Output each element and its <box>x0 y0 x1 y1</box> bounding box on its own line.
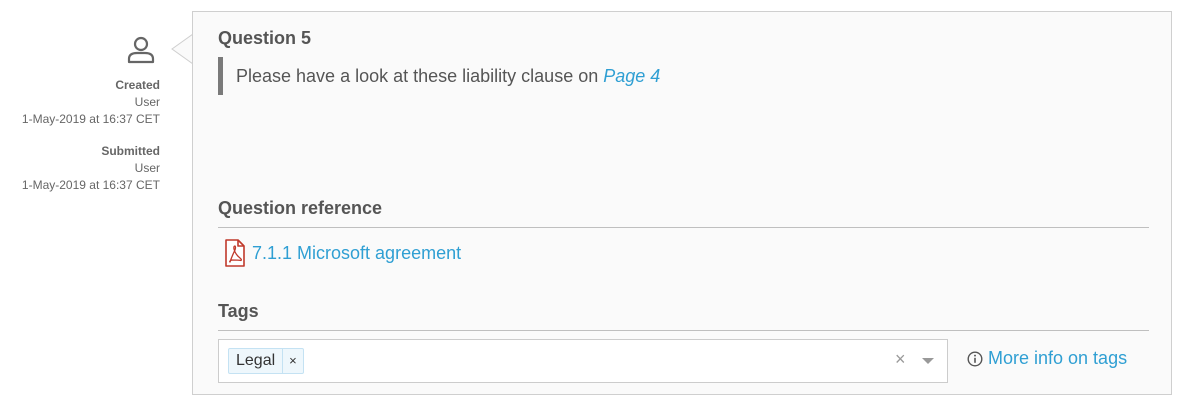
tags-select-input[interactable]: Legal × × <box>218 339 948 383</box>
page-link[interactable]: Page 4 <box>603 66 660 86</box>
created-by: User <box>134 95 160 109</box>
question-reference-heading: Question reference <box>218 198 1149 228</box>
tag-remove-button[interactable]: × <box>282 349 303 373</box>
created-at: 1-May-2019 at 16:37 CET <box>21 112 160 126</box>
question-card: Question 5 Please have a look at these l… <box>192 11 1172 395</box>
pdf-file-icon <box>225 239 245 267</box>
tag-label: Legal <box>236 352 276 369</box>
submitted-info: Submitted User 1-May-2019 at 16:37 CET <box>0 143 160 194</box>
reference-document-link[interactable]: 7.1.1 Microsoft agreement <box>224 239 461 267</box>
more-info-label: More info on tags <box>988 348 1128 368</box>
chevron-down-icon[interactable] <box>922 358 934 364</box>
question-body: Please have a look at these liability cl… <box>236 66 604 86</box>
submitted-label: Submitted <box>101 144 160 158</box>
submitted-at: 1-May-2019 at 16:37 CET <box>21 178 160 192</box>
tags-heading: Tags <box>218 301 1149 331</box>
question-text: Please have a look at these liability cl… <box>218 57 660 95</box>
created-label: Created <box>115 78 160 92</box>
tag-chip: Legal × <box>228 348 304 374</box>
reference-link-label: 7.1.1 Microsoft agreement <box>252 242 462 263</box>
card-pointer-arrow <box>171 34 193 64</box>
submitted-by: User <box>134 161 160 175</box>
more-info-tags-link[interactable]: More info on tags <box>967 348 1127 369</box>
clear-icon[interactable]: × <box>895 349 906 370</box>
info-icon <box>967 350 983 367</box>
question-title: Question 5 <box>218 28 312 48</box>
created-info: Created User 1-May-2019 at 16:37 CET <box>0 77 160 128</box>
user-icon <box>127 36 155 64</box>
